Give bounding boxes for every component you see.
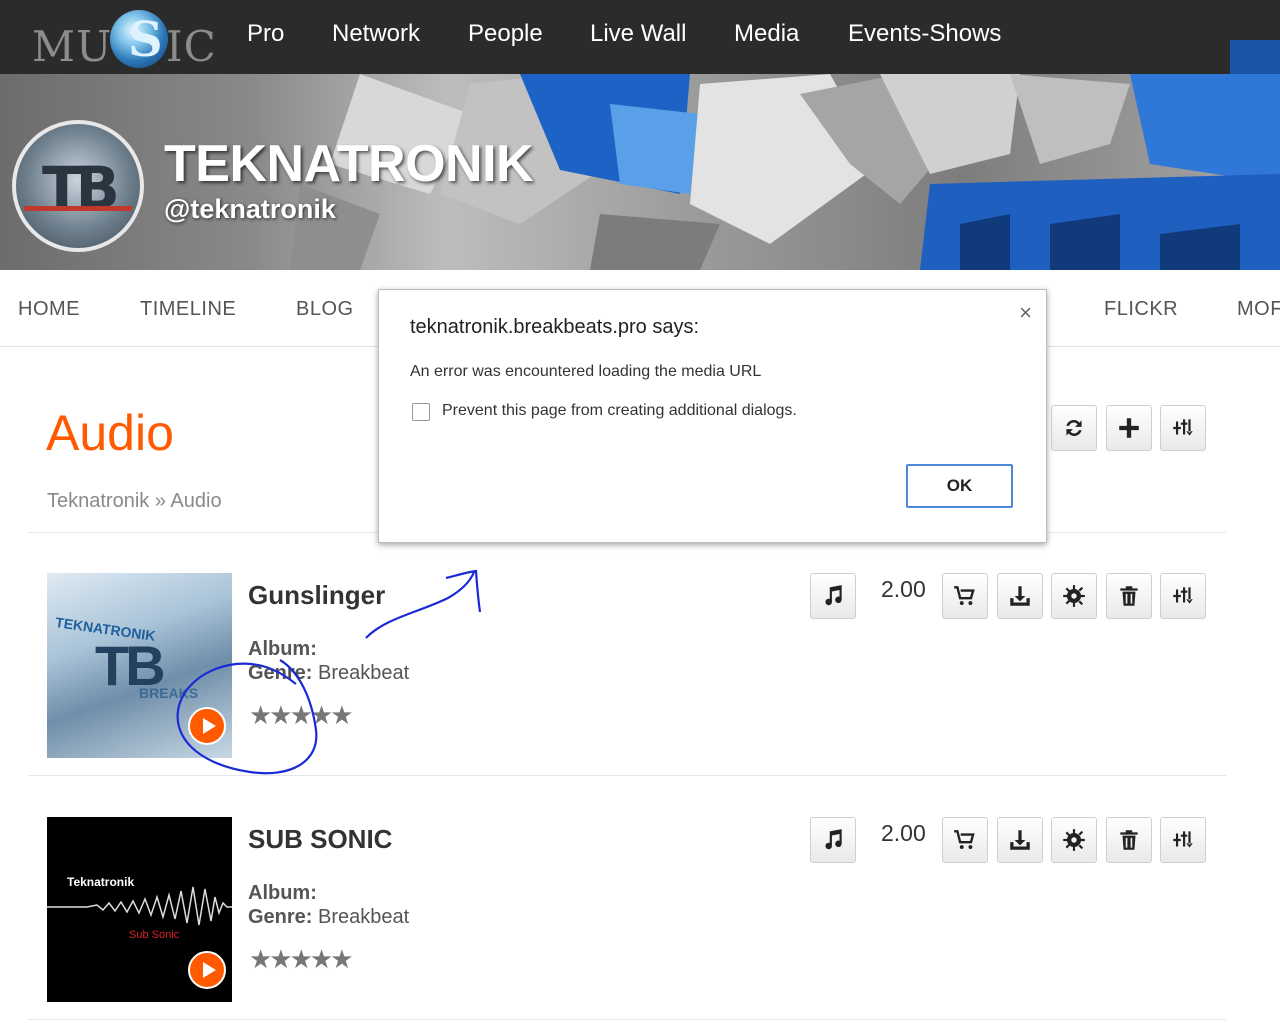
nav-live-wall[interactable]: Live Wall	[590, 20, 686, 48]
sort-button[interactable]	[1160, 405, 1206, 451]
plus-icon	[1119, 418, 1139, 438]
nav-network[interactable]: Network	[332, 20, 420, 48]
play-icon[interactable]	[188, 707, 226, 745]
refresh-button[interactable]	[1051, 405, 1097, 451]
nav-events-shows[interactable]: Events-Shows	[848, 20, 1001, 48]
play-icon[interactable]	[188, 951, 226, 989]
download-icon	[1010, 586, 1030, 606]
logo-text-right: IC	[166, 22, 217, 71]
top-navbar: MU S IC Pro Network People Live Wall Med…	[0, 0, 1280, 74]
music-note-button[interactable]	[810, 573, 856, 619]
sort-adjust-icon	[1173, 419, 1193, 436]
rating-stars[interactable]: ★★★★★	[249, 700, 354, 731]
cart-icon	[954, 586, 975, 605]
menu-blog[interactable]: BLOG	[296, 298, 354, 321]
profile-handle[interactable]: @teknatronik	[164, 194, 336, 225]
page-title: Audio	[46, 405, 174, 461]
prevent-dialogs-label[interactable]: Prevent this page from creating addition…	[442, 402, 797, 420]
track-adjust-button[interactable]	[1160, 573, 1206, 619]
music-note-icon	[825, 585, 842, 606]
artwork-sub-text: BREAKS	[139, 685, 199, 701]
waveform-graphic	[47, 886, 232, 926]
track-album: Album:	[248, 882, 317, 905]
download-button[interactable]	[997, 573, 1043, 619]
track-genre: Genre: Breakbeat	[248, 906, 409, 929]
dialog-title: teknatronik.breakbeats.pro says:	[410, 316, 700, 338]
profile-avatar[interactable]: TB	[12, 120, 144, 252]
trash-icon	[1120, 830, 1138, 850]
gear-icon	[1063, 829, 1085, 851]
genre-value: Breakbeat	[318, 662, 410, 684]
avatar-mark: TB	[42, 154, 120, 222]
divider	[28, 775, 1226, 776]
settings-button[interactable]	[1051, 573, 1097, 619]
delete-button[interactable]	[1106, 817, 1152, 863]
cart-icon	[954, 830, 975, 849]
dialog-message: An error was encountered loading the med…	[410, 363, 762, 380]
nav-media[interactable]: Media	[734, 20, 799, 48]
profile-name: TEKNATRONIK	[164, 135, 534, 193]
sort-adjust-icon	[1173, 587, 1193, 604]
track-title[interactable]: Gunslinger	[248, 580, 385, 611]
buy-button[interactable]	[942, 573, 988, 619]
album-label: Album:	[248, 882, 317, 904]
menu-flickr[interactable]: FLICKR	[1104, 298, 1178, 321]
settings-button[interactable]	[1051, 817, 1097, 863]
profile-banner: TB TEKNATRONIK @teknatronik	[0, 74, 1280, 270]
download-icon	[1010, 830, 1030, 850]
logo-swoosh-letter: S	[128, 12, 163, 68]
site-logo[interactable]: MU S IC	[32, 8, 222, 71]
track-price: 2.00	[881, 820, 926, 846]
logo-text-left: MU	[32, 22, 113, 71]
track-genre: Genre: Breakbeat	[248, 662, 409, 685]
avatar-strip	[24, 206, 132, 211]
track-title[interactable]: SUB SONIC	[248, 824, 392, 855]
genre-value: Breakbeat	[318, 906, 410, 928]
divider	[28, 1019, 1226, 1020]
track-album: Album:	[248, 638, 317, 661]
menu-home[interactable]: HOME	[18, 298, 80, 321]
gear-icon	[1063, 585, 1085, 607]
track-adjust-button[interactable]	[1160, 817, 1206, 863]
album-label: Album:	[248, 638, 317, 660]
prevent-dialogs-checkbox[interactable]	[412, 403, 430, 421]
close-icon[interactable]: ×	[1019, 300, 1032, 326]
rating-stars[interactable]: ★★★★★	[249, 944, 354, 975]
music-note-icon	[825, 829, 842, 850]
navbar-corner-block	[1230, 40, 1280, 74]
add-audio-button[interactable]	[1106, 405, 1152, 451]
delete-button[interactable]	[1106, 573, 1152, 619]
track-artwork[interactable]: TEKNATRONIK TB BREAKS	[47, 573, 232, 758]
genre-label: Genre:	[248, 906, 313, 928]
genre-label: Genre:	[248, 662, 313, 684]
track-price: 2.00	[881, 576, 926, 602]
sort-adjust-icon	[1173, 831, 1193, 848]
buy-button[interactable]	[942, 817, 988, 863]
music-note-button[interactable]	[810, 817, 856, 863]
artwork-sub-text: Sub Sonic	[129, 929, 180, 941]
nav-pro[interactable]: Pro	[247, 20, 284, 48]
nav-people[interactable]: People	[468, 20, 543, 48]
track-artwork[interactable]: Teknatronik Sub Sonic	[47, 817, 232, 1002]
trash-icon	[1120, 586, 1138, 606]
menu-timeline[interactable]: TIMELINE	[140, 298, 236, 321]
download-button[interactable]	[997, 817, 1043, 863]
breadcrumb[interactable]: Teknatronik » Audio	[47, 490, 222, 513]
ok-button[interactable]: OK	[906, 464, 1013, 508]
refresh-icon	[1066, 420, 1082, 436]
alert-dialog: teknatronik.breakbeats.pro says: × An er…	[378, 289, 1047, 543]
menu-more[interactable]: MOF	[1237, 298, 1280, 321]
